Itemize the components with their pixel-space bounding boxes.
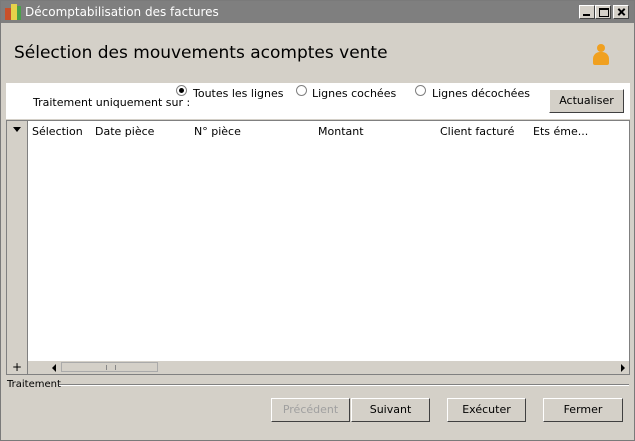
- column-header[interactable]: Sélection: [32, 125, 83, 138]
- separator: [59, 384, 629, 386]
- radio-all-lines-label[interactable]: Toutes les lignes: [193, 87, 283, 100]
- grid-header: Sélection Date pièce N° pièce Montant Cl…: [28, 121, 629, 140]
- user-icon: [592, 44, 610, 66]
- main-window: Décomptabilisation des factures Sélectio…: [0, 0, 635, 441]
- section-label: Traitement: [7, 379, 61, 390]
- grid-row-header: +: [7, 121, 28, 374]
- close-button[interactable]: Fermer: [543, 398, 623, 422]
- filter-label: Traitement uniquement sur :: [33, 96, 191, 109]
- close-window-button[interactable]: [613, 5, 629, 19]
- maximize-button[interactable]: [595, 5, 611, 19]
- window-title: Décomptabilisation des factures: [25, 5, 219, 19]
- add-row-icon[interactable]: +: [12, 361, 22, 373]
- scroll-right-icon[interactable]: [616, 361, 629, 374]
- app-icon: [5, 4, 21, 20]
- column-header[interactable]: Client facturé: [440, 125, 514, 138]
- page-title: Sélection des mouvements acomptes vente: [14, 43, 388, 63]
- execute-button[interactable]: Exécuter: [447, 398, 526, 422]
- column-header[interactable]: Montant: [318, 125, 364, 138]
- title-bar[interactable]: Décomptabilisation des factures: [1, 1, 634, 23]
- scroll-thumb[interactable]: [61, 362, 158, 372]
- radio-all-lines[interactable]: [176, 85, 187, 96]
- movements-grid: + Sélection Date pièce N° pièce Montant …: [6, 120, 630, 375]
- horizontal-scrollbar[interactable]: [28, 361, 629, 374]
- scroll-left-icon[interactable]: [48, 361, 61, 374]
- filter-panel: Traitement uniquement sur : Toutes les l…: [6, 83, 630, 119]
- next-button[interactable]: Suivant: [351, 398, 430, 422]
- radio-checked-lines[interactable]: [296, 85, 307, 96]
- radio-unchecked-lines-label[interactable]: Lignes décochées: [432, 87, 530, 100]
- minimize-button[interactable]: [579, 5, 595, 19]
- column-header[interactable]: Date pièce: [95, 125, 154, 138]
- radio-checked-lines-label[interactable]: Lignes cochées: [312, 87, 396, 100]
- column-header[interactable]: Ets éme...: [533, 125, 588, 138]
- refresh-button[interactable]: Actualiser: [549, 89, 624, 113]
- radio-unchecked-lines[interactable]: [415, 85, 426, 96]
- column-header[interactable]: N° pièce: [194, 125, 241, 138]
- previous-button[interactable]: Précédent: [271, 398, 350, 422]
- chevron-down-icon[interactable]: [13, 127, 21, 132]
